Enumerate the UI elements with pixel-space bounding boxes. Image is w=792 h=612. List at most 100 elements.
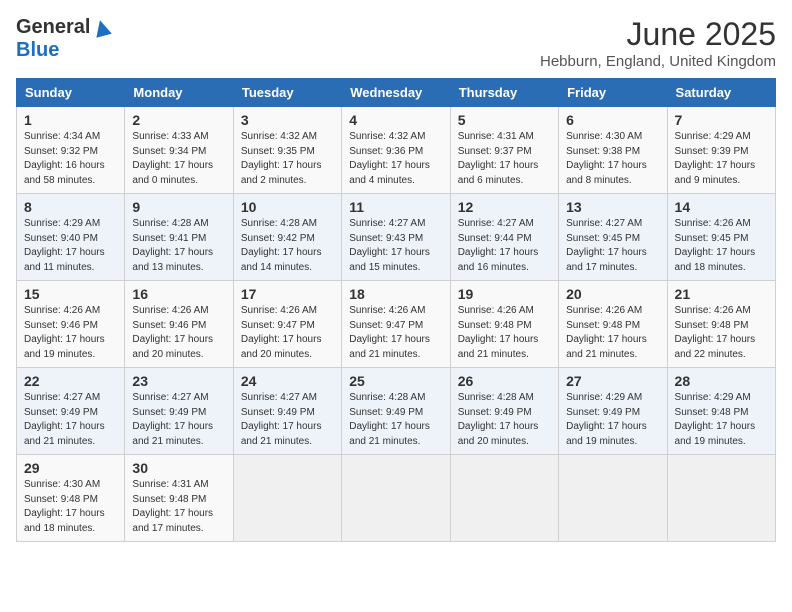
calendar-week-row: 22 Sunrise: 4:27 AMSunset: 9:49 PMDayligh…	[17, 368, 776, 455]
calendar-day-cell: 26 Sunrise: 4:28 AMSunset: 9:49 PMDayligh…	[450, 368, 558, 455]
calendar-table: SundayMondayTuesdayWednesdayThursdayFrid…	[16, 78, 776, 542]
day-info: Sunrise: 4:31 AMSunset: 9:37 PMDaylight:…	[458, 130, 551, 188]
calendar-day-cell: 22Sunrise: 4:27 AMSunset: 9:49 PMDayligh…	[17, 368, 125, 455]
calendar-header-saturday: Saturday	[667, 79, 775, 107]
day-number: 5	[458, 112, 551, 128]
calendar-day-cell: 3Sunrise: 4:32 AMSunset: 9:35 PMDaylight…	[233, 107, 341, 194]
calendar-day-cell: 7 Sunrise: 4:29 AMSunset: 9:39 PMDaylight…	[667, 107, 775, 194]
day-info: Sunrise: 4:27 AMSunset: 9:45 PMDaylight:…	[566, 217, 659, 275]
title-section: June 2025 Hebburn, England, United Kingd…	[540, 16, 776, 70]
day-info: Sunrise: 4:26 AMSunset: 9:46 PMDaylight:…	[132, 304, 225, 362]
logo-triangle-icon	[92, 18, 112, 38]
calendar-day-cell	[342, 455, 450, 542]
day-info: Sunrise: 4:29 AMSunset: 9:40 PMDaylight:…	[24, 217, 117, 275]
calendar-header-row: SundayMondayTuesdayWednesdayThursdayFrid…	[17, 79, 776, 107]
calendar-day-cell: 18 Sunrise: 4:26 AMSunset: 9:47 PMDayligh…	[342, 281, 450, 368]
day-number: 27	[566, 373, 659, 389]
day-number: 15	[24, 286, 117, 302]
day-number: 20	[566, 286, 659, 302]
day-number: 21	[675, 286, 768, 302]
day-info: Sunrise: 4:31 AMSunset: 9:48 PMDaylight:…	[132, 478, 225, 536]
calendar-header-wednesday: Wednesday	[342, 79, 450, 107]
day-info: Sunrise: 4:29 AMSunset: 9:39 PMDaylight:…	[675, 130, 768, 188]
calendar-day-cell: 13Sunrise: 4:27 AMSunset: 9:45 PMDayligh…	[559, 194, 667, 281]
calendar-day-cell: 29Sunrise: 4:30 AMSunset: 9:48 PMDayligh…	[17, 455, 125, 542]
logo-general: General	[16, 16, 90, 39]
calendar-day-cell: 8 Sunrise: 4:29 AMSunset: 9:40 PMDaylight…	[17, 194, 125, 281]
day-number: 23	[132, 373, 225, 389]
day-info: Sunrise: 4:32 AMSunset: 9:36 PMDaylight:…	[349, 130, 442, 188]
day-number: 8	[24, 199, 117, 215]
calendar-day-cell: 30 Sunrise: 4:31 AMSunset: 9:48 PMDayligh…	[125, 455, 233, 542]
day-number: 10	[241, 199, 334, 215]
day-number: 12	[458, 199, 551, 215]
day-info: Sunrise: 4:33 AMSunset: 9:34 PMDaylight:…	[132, 130, 225, 188]
calendar-header-monday: Monday	[125, 79, 233, 107]
calendar-day-cell: 25Sunrise: 4:28 AMSunset: 9:49 PMDayligh…	[342, 368, 450, 455]
day-info: Sunrise: 4:27 AMSunset: 9:43 PMDaylight:…	[349, 217, 442, 275]
day-info: Sunrise: 4:26 AMSunset: 9:48 PMDaylight:…	[458, 304, 551, 362]
calendar-header-tuesday: Tuesday	[233, 79, 341, 107]
day-number: 30	[132, 460, 225, 476]
calendar-day-cell: 21 Sunrise: 4:26 AMSunset: 9:48 PMDayligh…	[667, 281, 775, 368]
day-info: Sunrise: 4:26 AMSunset: 9:46 PMDaylight:…	[24, 304, 117, 362]
calendar-header-friday: Friday	[559, 79, 667, 107]
day-number: 9	[132, 199, 225, 215]
calendar-day-cell: 5 Sunrise: 4:31 AMSunset: 9:37 PMDaylight…	[450, 107, 558, 194]
day-number: 3	[241, 112, 334, 128]
month-title: June 2025	[540, 16, 776, 53]
calendar-day-cell	[559, 455, 667, 542]
day-info: Sunrise: 4:29 AMSunset: 9:48 PMDaylight:…	[675, 391, 768, 449]
logo-blue: Blue	[16, 39, 59, 62]
calendar-header-thursday: Thursday	[450, 79, 558, 107]
calendar-week-row: 8 Sunrise: 4:29 AMSunset: 9:40 PMDaylight…	[17, 194, 776, 281]
day-number: 28	[675, 373, 768, 389]
day-info: Sunrise: 4:27 AMSunset: 9:44 PMDaylight:…	[458, 217, 551, 275]
calendar-day-cell: 16Sunrise: 4:26 AMSunset: 9:46 PMDayligh…	[125, 281, 233, 368]
day-number: 18	[349, 286, 442, 302]
day-info: Sunrise: 4:26 AMSunset: 9:47 PMDaylight:…	[349, 304, 442, 362]
calendar-day-cell: 20 Sunrise: 4:26 AMSunset: 9:48 PMDayligh…	[559, 281, 667, 368]
day-number: 11	[349, 199, 442, 215]
day-info: Sunrise: 4:26 AMSunset: 9:45 PMDaylight:…	[675, 217, 768, 275]
calendar-week-row: 1Sunrise: 4:34 AMSunset: 9:32 PMDaylight…	[17, 107, 776, 194]
day-info: Sunrise: 4:26 AMSunset: 9:48 PMDaylight:…	[675, 304, 768, 362]
calendar-day-cell: 15 Sunrise: 4:26 AMSunset: 9:46 PMDayligh…	[17, 281, 125, 368]
calendar-day-cell: 11 Sunrise: 4:27 AMSunset: 9:43 PMDayligh…	[342, 194, 450, 281]
calendar-day-cell: 6Sunrise: 4:30 AMSunset: 9:38 PMDaylight…	[559, 107, 667, 194]
day-number: 19	[458, 286, 551, 302]
calendar-day-cell	[233, 455, 341, 542]
day-info: Sunrise: 4:28 AMSunset: 9:49 PMDaylight:…	[349, 391, 442, 449]
day-number: 24	[241, 373, 334, 389]
day-info: Sunrise: 4:28 AMSunset: 9:41 PMDaylight:…	[132, 217, 225, 275]
calendar-week-row: 15 Sunrise: 4:26 AMSunset: 9:46 PMDayligh…	[17, 281, 776, 368]
calendar-day-cell: 24 Sunrise: 4:27 AMSunset: 9:49 PMDayligh…	[233, 368, 341, 455]
calendar-header-sunday: Sunday	[17, 79, 125, 107]
calendar-day-cell: 1Sunrise: 4:34 AMSunset: 9:32 PMDaylight…	[17, 107, 125, 194]
day-info: Sunrise: 4:28 AMSunset: 9:42 PMDaylight:…	[241, 217, 334, 275]
day-number: 4	[349, 112, 442, 128]
location-subtitle: Hebburn, England, United Kingdom	[540, 53, 776, 70]
day-number: 7	[675, 112, 768, 128]
calendar-day-cell: 4 Sunrise: 4:32 AMSunset: 9:36 PMDaylight…	[342, 107, 450, 194]
day-info: Sunrise: 4:26 AMSunset: 9:47 PMDaylight:…	[241, 304, 334, 362]
calendar-day-cell: 10 Sunrise: 4:28 AMSunset: 9:42 PMDayligh…	[233, 194, 341, 281]
calendar-day-cell: 28 Sunrise: 4:29 AMSunset: 9:48 PMDayligh…	[667, 368, 775, 455]
calendar-day-cell	[450, 455, 558, 542]
day-number: 22	[24, 373, 117, 389]
calendar-day-cell: 27 Sunrise: 4:29 AMSunset: 9:49 PMDayligh…	[559, 368, 667, 455]
day-info: Sunrise: 4:34 AMSunset: 9:32 PMDaylight:…	[24, 130, 117, 188]
day-info: Sunrise: 4:29 AMSunset: 9:49 PMDaylight:…	[566, 391, 659, 449]
day-info: Sunrise: 4:26 AMSunset: 9:48 PMDaylight:…	[566, 304, 659, 362]
calendar-day-cell: 19 Sunrise: 4:26 AMSunset: 9:48 PMDayligh…	[450, 281, 558, 368]
day-info: Sunrise: 4:27 AMSunset: 9:49 PMDaylight:…	[241, 391, 334, 449]
day-number: 26	[458, 373, 551, 389]
calendar-day-cell: 2Sunrise: 4:33 AMSunset: 9:34 PMDaylight…	[125, 107, 233, 194]
day-number: 17	[241, 286, 334, 302]
calendar-day-cell: 14 Sunrise: 4:26 AMSunset: 9:45 PMDayligh…	[667, 194, 775, 281]
calendar-day-cell	[667, 455, 775, 542]
day-info: Sunrise: 4:28 AMSunset: 9:49 PMDaylight:…	[458, 391, 551, 449]
calendar-day-cell: 23Sunrise: 4:27 AMSunset: 9:49 PMDayligh…	[125, 368, 233, 455]
day-number: 14	[675, 199, 768, 215]
logo: General Blue	[16, 16, 112, 62]
